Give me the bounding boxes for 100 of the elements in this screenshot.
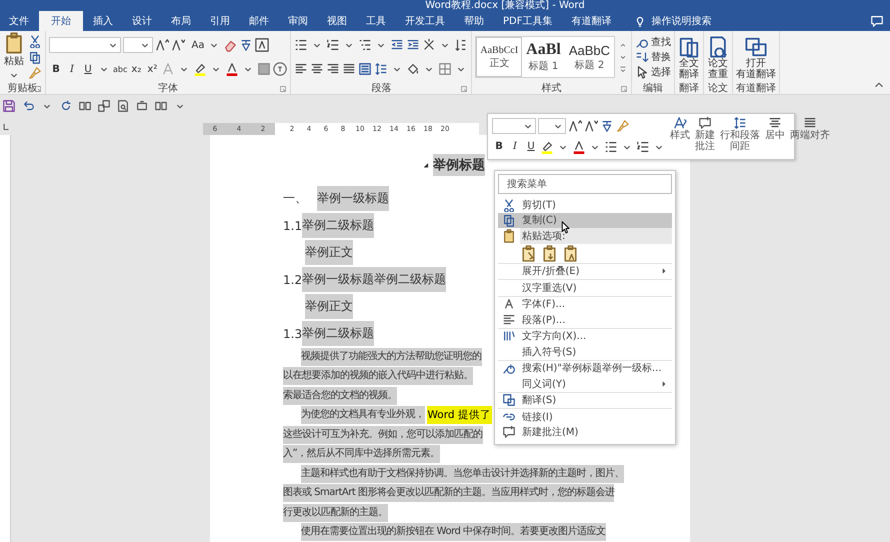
ribbon-tab[interactable]: 开发工具 <box>396 11 454 31</box>
ribbon-tab[interactable]: 开始 <box>39 11 83 31</box>
submenu-arrow-icon <box>660 267 668 276</box>
menu-item[interactable]: 段落(P)... <box>498 312 672 328</box>
editing-command[interactable]: 查找 <box>651 35 672 49</box>
format-button[interactable]: U <box>81 61 95 77</box>
highlighted-text: Word 提供了 <box>426 406 492 424</box>
replace-icon <box>635 50 650 64</box>
ribbon-tab[interactable]: 邮件 <box>240 11 278 31</box>
menu-item[interactable]: 链接(I) <box>498 409 672 424</box>
line-spacing-icon <box>733 116 747 130</box>
columns-icon <box>78 99 92 113</box>
menu-item[interactable]: 搜索(H)"举例标题举例一级标... <box>498 360 672 376</box>
justify-icon <box>342 62 356 76</box>
new-comment-icon <box>502 425 516 440</box>
text-direction-icon <box>502 329 516 344</box>
menu-item[interactable]: 同义词(Y) <box>498 376 672 392</box>
style-option[interactable]: AaBl 标题 1 <box>522 37 565 77</box>
body-text: 索最适合您的文档的视频。 <box>283 386 397 405</box>
bullets-icon <box>604 140 618 154</box>
line-spacing-icon <box>374 62 388 76</box>
group-label: 剪贴板 <box>8 82 38 94</box>
grow-font-icon <box>155 38 169 52</box>
ribbon-tab[interactable]: 有道翻译 <box>562 11 620 31</box>
font-size-field[interactable] <box>538 118 566 134</box>
toolbar-button[interactable]: 两端对齐 <box>789 116 831 157</box>
comment-icon <box>870 14 884 28</box>
tell-me-search[interactable]: 操作说明搜索 <box>651 14 712 28</box>
format-button[interactable]: B <box>49 61 63 77</box>
ribbon-button[interactable]: 论文 查重 <box>707 34 730 80</box>
style-option[interactable]: AaBbCcI 正文 <box>476 37 522 77</box>
sort-icon <box>454 38 468 52</box>
heading-text: 举例二级标题 <box>302 213 374 238</box>
paste-text-icon <box>562 244 579 262</box>
distributed-icon <box>358 62 372 76</box>
shrink-font-icon <box>584 119 598 134</box>
menu-item[interactable]: 字体(F)... <box>498 296 672 312</box>
shapes-icon <box>97 99 111 113</box>
change-case-button[interactable]: Aa <box>191 37 205 53</box>
documents-icon <box>678 36 700 58</box>
ribbon-tab[interactable]: 视图 <box>318 11 356 31</box>
format-button[interactable]: x² <box>145 61 160 77</box>
group-label: 论文 <box>708 82 728 94</box>
character-border-icon <box>255 38 269 52</box>
body-text: 举例正文 <box>305 240 353 265</box>
scissors-icon <box>28 34 42 48</box>
editing-command[interactable]: 选择 <box>651 65 672 79</box>
body-text: 以在想要添加的视频的嵌入代码中进行粘贴。 <box>283 367 473 386</box>
ribbon-button[interactable]: 全文 翻译 <box>678 34 700 80</box>
ribbon-tab[interactable]: 引用 <box>201 11 239 31</box>
justify-icon <box>803 116 817 130</box>
heading-text: 举例二级标题 <box>302 321 374 346</box>
menu-item[interactable]: 新建批注(M) <box>498 424 672 440</box>
toolbar-button[interactable]: 新建 批注 <box>694 116 716 157</box>
body-text: 为使您的文档具有专业外观， <box>301 406 424 424</box>
ribbon-tab[interactable]: 文件 <box>0 11 38 31</box>
group-label: 字体 <box>158 82 178 94</box>
editing-command[interactable]: 替换 <box>651 50 672 64</box>
touch-icon <box>135 99 149 113</box>
ribbon-tab[interactable]: PDF工具集 <box>494 11 562 31</box>
ribbon-tab[interactable]: 布局 <box>162 11 200 31</box>
ribbon-tab[interactable]: 工具 <box>357 11 395 31</box>
style-option[interactable]: AaBbC 标题 2 <box>564 37 614 77</box>
toolbar-button[interactable]: 样式 <box>669 116 691 157</box>
undo-icon <box>21 99 35 113</box>
font-size-field[interactable] <box>123 37 153 53</box>
align-left-icon <box>294 62 308 76</box>
menu-item[interactable]: 汉字重选(V) <box>498 280 672 296</box>
document-title: 举例标题 <box>433 154 485 176</box>
ribbon-tab[interactable]: 设计 <box>123 11 161 31</box>
ribbon-tab[interactable]: 审阅 <box>279 11 317 31</box>
ribbon-tab[interactable]: 帮助 <box>455 11 493 31</box>
menu-search-field[interactable]: 搜索菜单 <box>498 174 672 194</box>
collapse-triangle-icon <box>423 162 430 168</box>
paste-button[interactable]: 粘贴 <box>3 32 25 82</box>
menu-item[interactable]: 插入符号(S) <box>498 344 672 360</box>
font-name-field[interactable] <box>492 118 536 134</box>
format-button[interactable]: B <box>492 138 506 155</box>
format-button[interactable]: I <box>508 138 522 155</box>
format-button[interactable]: U <box>524 138 538 155</box>
format-button[interactable]: abc <box>113 61 128 77</box>
toolbar-button[interactable]: 居中 <box>764 116 786 157</box>
menu-item[interactable]: 翻译(S) <box>498 392 672 408</box>
ribbon-tab[interactable]: 插入 <box>84 11 122 31</box>
menu-item[interactable]: 文字方向(X)... <box>498 328 672 344</box>
format-button[interactable]: x₂ <box>129 61 144 77</box>
enclose-icon <box>273 62 288 76</box>
heading-text: 举例一级标题 <box>317 186 389 211</box>
highlighter-icon <box>540 140 554 154</box>
clipboard-icon <box>3 32 25 54</box>
menu-item[interactable]: 展开/折叠(E) <box>498 264 672 279</box>
ribbon-button[interactable]: 打开 有道翻译 <box>736 34 776 80</box>
align-center-icon <box>310 62 324 76</box>
menu-item[interactable]: 复制(C) <box>498 212 672 228</box>
shade-icon <box>257 62 272 76</box>
format-button[interactable]: I <box>65 61 79 77</box>
numbering-icon <box>636 140 650 154</box>
font-name-field[interactable] <box>49 37 121 53</box>
toolbar-button[interactable]: 行和段落 间距 <box>719 116 761 157</box>
menu-item[interactable]: 剪切(T) <box>498 197 672 212</box>
